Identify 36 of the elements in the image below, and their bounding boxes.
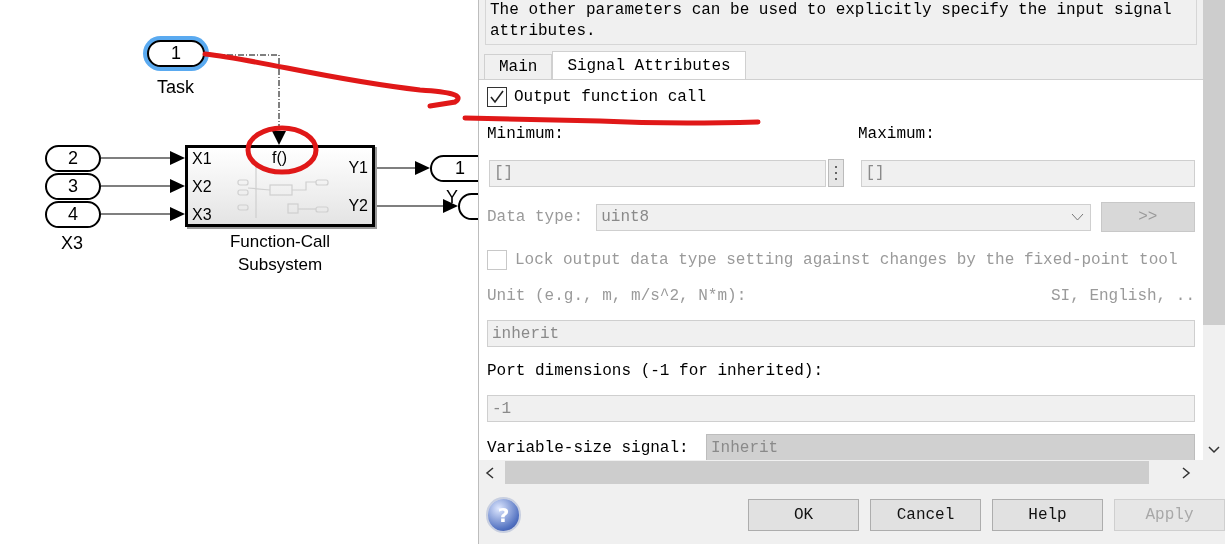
description-text: The other parameters can be used to explicitly specify the input signal attributes. <box>490 0 1173 42</box>
port-name: X3 <box>192 207 212 223</box>
port-label: Y <box>446 186 458 209</box>
port-name: Y1 <box>348 160 368 176</box>
field-label: Minimum: <box>487 124 565 145</box>
chevron-down-icon <box>1070 213 1084 221</box>
checkbox-label: Lock output data type setting against changes by the fixed-point tool <box>515 250 1178 271</box>
checkbox-label: Output function call <box>514 87 707 108</box>
port-name: X2 <box>192 179 212 195</box>
port-name: Y2 <box>348 198 368 214</box>
chevron-left-icon[interactable] <box>485 466 495 479</box>
dialog-button[interactable]: Cancel <box>870 498 981 531</box>
field-label: Unit (e.g., m, m/s^2, N*m): <box>487 286 747 307</box>
field-label: Data type: <box>487 207 584 228</box>
dialog-button[interactable]: OK <box>748 498 859 531</box>
more-icon[interactable] <box>827 159 844 187</box>
field-label: Maximum: <box>858 124 935 145</box>
port-block[interactable]: 3 <box>45 173 101 200</box>
port-name: X1 <box>192 151 212 167</box>
chevron-down-icon[interactable] <box>1208 446 1220 454</box>
subsystem-block[interactable]: X1 X2 X3 f() Y1 Y2 <box>185 145 375 227</box>
port-label: X3 <box>61 232 84 255</box>
chevron-right-icon[interactable] <box>1181 466 1191 479</box>
port-block[interactable]: 1 <box>430 155 478 182</box>
port-block[interactable]: 4 <box>45 201 101 228</box>
dialog-button[interactable]: Help <box>992 498 1103 531</box>
field-label: Variable-size signal: <box>487 437 690 459</box>
signal-line <box>374 161 430 175</box>
block-title: Function-Call Subsystem <box>228 231 332 276</box>
checkbox[interactable] <box>487 87 507 107</box>
port-label: Task <box>157 76 194 99</box>
field-label: Port dimensions (-1 for inherited): <box>487 361 825 382</box>
tab[interactable]: Signal Attributes <box>552 51 746 79</box>
tab[interactable]: Main <box>484 54 553 79</box>
port-block[interactable]: 2 <box>45 145 101 172</box>
trigger-name: f() <box>272 150 288 166</box>
